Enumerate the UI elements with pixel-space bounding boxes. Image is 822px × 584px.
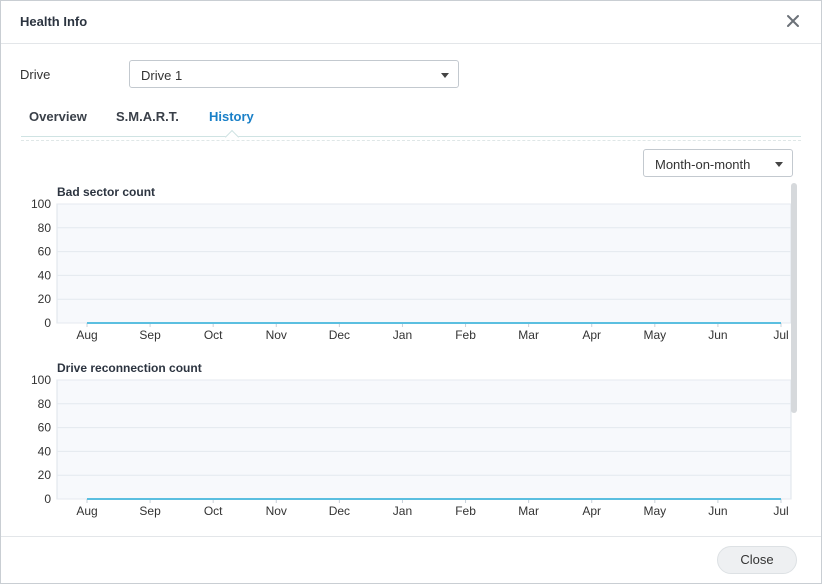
x-tick-label: Oct: [204, 328, 223, 342]
period-select-value: Month-on-month: [655, 157, 751, 172]
x-tick-label: Feb: [455, 328, 476, 342]
y-tick-label: 60: [38, 245, 52, 259]
x-tick-label: Feb: [455, 504, 476, 518]
footer: [1, 536, 821, 584]
x-tick-label: Aug: [76, 328, 97, 342]
drive-select-value: Drive 1: [141, 68, 183, 83]
y-tick-label: 40: [38, 268, 52, 282]
period-select[interactable]: Month-on-month: [643, 149, 793, 177]
x-tick-label: Apr: [582, 328, 601, 342]
x-tick-label: Apr: [582, 504, 601, 518]
drive-row: Drive Drive 1: [20, 60, 460, 88]
close-button[interactable]: Close: [717, 546, 797, 574]
x-tick-label: Sep: [139, 328, 161, 342]
x-tick-label: Nov: [266, 504, 287, 518]
plot-area: [56, 203, 792, 324]
y-tick-label: 60: [38, 421, 52, 435]
y-tick-label: 100: [31, 373, 51, 387]
chevron-down-icon: [441, 73, 449, 78]
divider: [21, 140, 801, 141]
health-info-dialog: Health Info Drive Drive 1 Overview S.M.A…: [0, 0, 822, 584]
tab-overview[interactable]: Overview: [29, 109, 87, 124]
y-tick-label: 80: [38, 221, 52, 235]
y-tick-label: 80: [38, 397, 52, 411]
x-tick-label: May: [643, 504, 666, 518]
x-tick-label: Nov: [266, 328, 287, 342]
y-tick-label: 20: [38, 468, 52, 482]
x-tick-label: Dec: [329, 504, 350, 518]
scrollbar-thumb[interactable]: [791, 183, 797, 413]
reconnection-chart: Drive reconnection count 0 20 40 60 80 100 Aug…: [1, 361, 801, 521]
x-tick-label: Jul: [773, 504, 788, 518]
plot-area: [56, 379, 792, 500]
y-tick-label: 0: [44, 492, 51, 506]
x-tick-label: Jun: [708, 328, 727, 342]
y-tick-label: 100: [31, 197, 51, 211]
tab-history[interactable]: History: [209, 109, 254, 124]
x-tick-label: Aug: [76, 504, 97, 518]
close-icon[interactable]: [785, 13, 801, 29]
x-tick-label: Sep: [139, 504, 161, 518]
reconnection-chart-svg: 0 20 40 60 80 100 Aug Sep Oct Nov Dec Jan Feb Mar Apr M…: [31, 373, 792, 518]
x-tick-label: Jun: [708, 504, 727, 518]
bad-sector-chart-svg: 0 20 40 60 80 100 Aug Sep Oct Nov Dec Jan Feb Mar Apr M…: [31, 197, 792, 342]
bad-sector-chart: Bad sector count 0 20 40 60 80 100 Aug Sep Oct No…: [1, 185, 801, 345]
tab-bar: Overview S.M.A.R.T. History: [21, 101, 801, 137]
x-tick-label: Mar: [518, 328, 539, 342]
y-tick-label: 40: [38, 444, 52, 458]
x-tick-label: May: [643, 328, 666, 342]
dialog-title: Health Info: [20, 14, 88, 29]
x-tick-label: Jan: [393, 328, 412, 342]
x-tick-label: Jan: [393, 504, 412, 518]
y-tick-label: 0: [44, 316, 51, 330]
drive-label: Drive: [20, 67, 51, 82]
tab-smart[interactable]: S.M.A.R.T.: [116, 109, 179, 124]
x-tick-label: Oct: [204, 504, 223, 518]
x-tick-label: Jul: [773, 328, 788, 342]
title-bar: Health Info: [1, 1, 821, 44]
y-tick-label: 20: [38, 292, 52, 306]
x-tick-label: Dec: [329, 328, 350, 342]
chevron-down-icon: [775, 162, 783, 167]
x-tick-label: Mar: [518, 504, 539, 518]
drive-select[interactable]: Drive 1: [129, 60, 459, 88]
